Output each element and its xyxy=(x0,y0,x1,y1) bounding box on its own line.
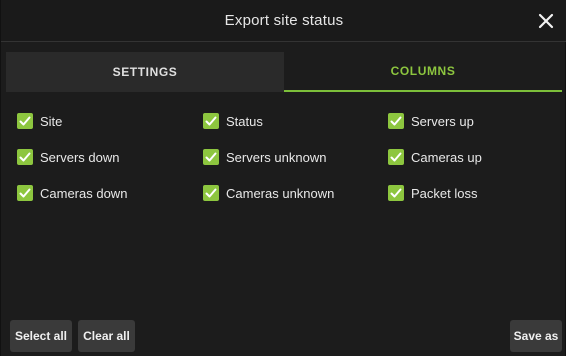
checkbox-status[interactable]: Status xyxy=(203,113,388,129)
dialog-titlebar: Export site status xyxy=(1,0,566,42)
checkbox-packet-loss[interactable]: Packet loss xyxy=(388,185,548,201)
tab-columns[interactable]: COLUMNS xyxy=(284,52,562,92)
checkbox-label: Cameras down xyxy=(40,185,128,201)
close-icon[interactable] xyxy=(533,8,559,34)
checkbox-label: Packet loss xyxy=(411,185,478,201)
columns-checkbox-grid: Site Status Servers up Servers down Serv… xyxy=(17,113,557,221)
tab-bar: SETTINGS COLUMNS xyxy=(6,52,562,92)
checkbox-servers-down[interactable]: Servers down xyxy=(17,149,203,165)
checkbox-checked-icon xyxy=(17,185,33,201)
checkbox-row: Cameras down Cameras unknown Packet loss xyxy=(17,185,557,221)
checkbox-row: Servers down Servers unknown Cameras up xyxy=(17,149,557,185)
checkbox-site[interactable]: Site xyxy=(17,113,203,129)
checkbox-checked-icon xyxy=(203,113,219,129)
checkbox-label: Cameras unknown xyxy=(226,185,335,201)
checkbox-checked-icon xyxy=(17,113,33,129)
checkbox-servers-up[interactable]: Servers up xyxy=(388,113,548,129)
checkbox-checked-icon xyxy=(17,149,33,165)
clear-all-button[interactable]: Clear all xyxy=(78,320,135,352)
checkbox-label: Status xyxy=(226,113,263,129)
checkbox-label: Cameras up xyxy=(411,149,482,165)
checkbox-label: Site xyxy=(40,113,63,129)
checkbox-label: Servers up xyxy=(411,113,474,129)
checkbox-checked-icon xyxy=(388,149,404,165)
tab-settings[interactable]: SETTINGS xyxy=(6,52,284,92)
checkbox-label: Servers unknown xyxy=(226,149,327,165)
checkbox-row: Site Status Servers up xyxy=(17,113,557,149)
checkbox-label: Servers down xyxy=(40,149,120,165)
select-all-button[interactable]: Select all xyxy=(10,320,72,352)
checkbox-checked-icon xyxy=(203,149,219,165)
dialog-title: Export site status xyxy=(224,12,344,29)
export-site-status-dialog: Export site status SETTINGS COLUMNS Site… xyxy=(0,0,566,356)
checkbox-checked-icon xyxy=(388,185,404,201)
checkbox-checked-icon xyxy=(203,185,219,201)
checkbox-servers-unknown[interactable]: Servers unknown xyxy=(203,149,388,165)
checkbox-cameras-unknown[interactable]: Cameras unknown xyxy=(203,185,388,201)
checkbox-checked-icon xyxy=(388,113,404,129)
checkbox-cameras-down[interactable]: Cameras down xyxy=(17,185,203,201)
checkbox-cameras-up[interactable]: Cameras up xyxy=(388,149,548,165)
save-as-button[interactable]: Save as xyxy=(510,320,562,352)
